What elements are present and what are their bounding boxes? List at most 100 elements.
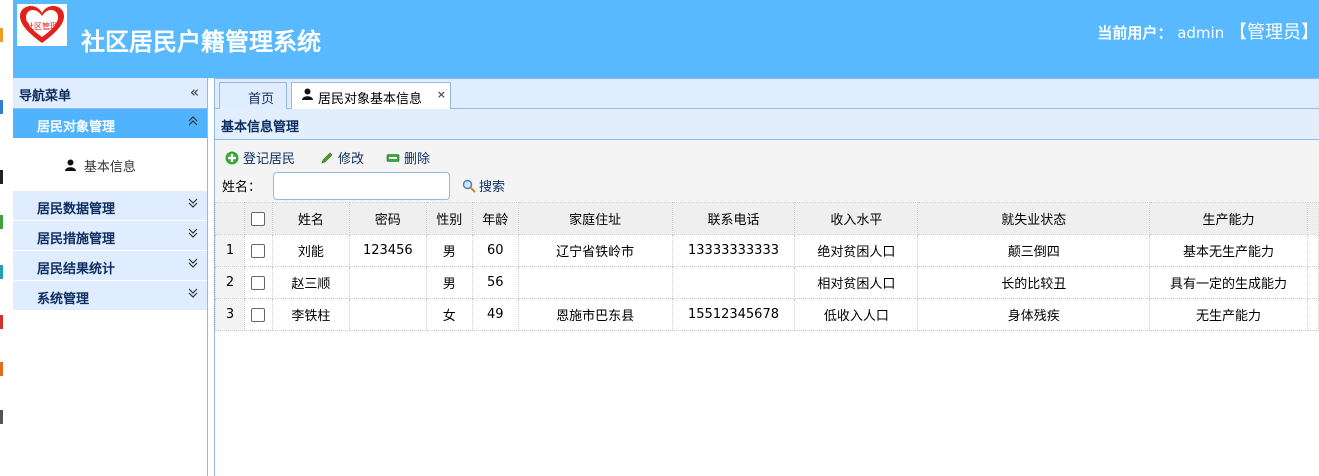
- resident-table: 姓名 密码 性别 年龄 家庭住址 联系电话 收入水平 就失业状态 生产能力 1 …: [215, 202, 1319, 331]
- person-icon: [302, 88, 313, 103]
- chevron-down-icon[interactable]: [187, 287, 199, 302]
- edge-mark: [0, 170, 3, 184]
- chevron-up-icon[interactable]: [187, 115, 199, 130]
- sidebar: 导航菜单 « 居民对象管理 基本信息 居民数据管理 居民措施管理 居民结果统计: [13, 78, 208, 476]
- column-header[interactable]: 就失业状态: [917, 202, 1151, 235]
- tab-bar: 首页 居民对象基本信息 ×: [214, 78, 1319, 111]
- row-select-cell[interactable]: [243, 266, 273, 299]
- cell-phone: 13333333333: [671, 234, 796, 267]
- search-name-label: 姓名：: [222, 180, 262, 195]
- edge-mark: [0, 410, 3, 424]
- sidebar-section-system[interactable]: 系统管理: [13, 281, 207, 311]
- chevron-down-icon[interactable]: [187, 227, 199, 242]
- chevron-down-icon[interactable]: [187, 257, 199, 272]
- cell-gender: 男: [425, 266, 473, 299]
- column-header[interactable]: 性别: [425, 202, 473, 235]
- row-checkbox[interactable]: [251, 243, 266, 258]
- column-header[interactable]: 家庭住址: [517, 202, 673, 235]
- add-icon: [225, 151, 239, 165]
- row-number: 3: [215, 298, 245, 331]
- sidebar-section-label: 居民措施管理: [37, 232, 116, 247]
- tab-home[interactable]: 首页: [219, 82, 287, 110]
- edit-button[interactable]: 修改: [320, 148, 364, 167]
- cell-age: 56: [471, 266, 519, 299]
- cell-name: 李铁柱: [271, 298, 350, 331]
- edge-mark: [0, 28, 3, 42]
- cell-password: 123456: [348, 234, 427, 267]
- delete-button[interactable]: 删除: [386, 148, 430, 167]
- collapse-sidebar-icon[interactable]: «: [190, 83, 199, 101]
- select-all-header[interactable]: [243, 202, 273, 235]
- row-number: 1: [215, 234, 245, 267]
- sidebar-section-label: 系统管理: [37, 292, 90, 307]
- edge-mark: [0, 100, 3, 114]
- table-header-row: 姓名 密码 性别 年龄 家庭住址 联系电话 收入水平 就失业状态 生产能力: [215, 202, 1319, 235]
- cell-capacity: 基本无生产能力: [1149, 234, 1308, 267]
- cell-address: [517, 266, 673, 299]
- search-button[interactable]: 搜索: [462, 176, 505, 195]
- current-user-info: 当前用户： admin 【管理员】: [1097, 18, 1319, 44]
- cell-capacity: 具有一定的生成能力: [1149, 266, 1308, 299]
- app-title: 社区居民户籍管理系统: [81, 28, 321, 56]
- column-header[interactable]: 收入水平: [794, 202, 919, 235]
- row-number-header: [215, 202, 245, 235]
- person-icon: [65, 159, 80, 174]
- row-number: 2: [215, 266, 245, 299]
- edge-mark: [0, 362, 3, 376]
- select-all-checkbox[interactable]: [251, 211, 266, 226]
- panel-title: 基本信息管理: [221, 120, 300, 135]
- search-button-label: 搜索: [479, 180, 506, 195]
- sidebar-section-resident-objects[interactable]: 居民对象管理: [13, 109, 207, 139]
- sidebar-section-resident-data[interactable]: 居民数据管理: [13, 191, 207, 221]
- cell-password: [348, 266, 427, 299]
- close-tab-icon[interactable]: ×: [437, 88, 446, 101]
- app-header: 社区管理 社区居民户籍管理系统 当前用户： admin 【管理员】: [13, 0, 1319, 78]
- column-header-filler: [1306, 202, 1319, 235]
- delete-label: 删除: [404, 152, 431, 167]
- tab-label: 居民对象基本信息: [318, 92, 423, 107]
- row-checkbox[interactable]: [251, 275, 266, 290]
- cell-gender: 男: [425, 234, 473, 267]
- sidebar-section-resident-stats[interactable]: 居民结果统计: [13, 251, 207, 281]
- logo-text: 社区管理: [26, 22, 58, 31]
- sidebar-header: 导航菜单 «: [13, 78, 207, 109]
- register-resident-button[interactable]: 登记居民: [225, 148, 295, 167]
- sidebar-section-resident-measures[interactable]: 居民措施管理: [13, 221, 207, 251]
- table-row[interactable]: 2 赵三顺 男 56 相对贫困人口 长的比较丑 具有一定的生成能力: [215, 266, 1319, 299]
- toolbar: 登记居民 修改 删除: [215, 140, 1319, 170]
- table-row[interactable]: 1 刘能 123456 男 60 辽宁省铁岭市 13333333333 绝对贫困…: [215, 234, 1319, 267]
- table-row[interactable]: 3 李铁柱 女 49 恩施市巴东县 15512345678 低收入人口 身体残疾…: [215, 298, 1319, 331]
- cell-filler: [1306, 266, 1319, 299]
- cell-filler: [1306, 298, 1319, 331]
- cell-income: 绝对贫困人口: [794, 234, 919, 267]
- sidebar-item-label: 基本信息: [83, 160, 136, 175]
- edge-mark: [0, 215, 3, 229]
- tab-label: 首页: [248, 92, 275, 107]
- sidebar-section-label: 居民结果统计: [37, 262, 116, 277]
- column-header[interactable]: 联系电话: [671, 202, 796, 235]
- sidebar-item-basic-info[interactable]: 基本信息: [65, 156, 136, 175]
- column-header[interactable]: 姓名: [271, 202, 350, 235]
- row-select-cell[interactable]: [243, 298, 273, 331]
- cell-name: 赵三顺: [271, 266, 350, 299]
- search-icon: [462, 179, 476, 193]
- cell-capacity: 无生产能力: [1149, 298, 1308, 331]
- row-select-cell[interactable]: [243, 234, 273, 267]
- chevron-down-icon[interactable]: [187, 197, 199, 212]
- column-header[interactable]: 密码: [348, 202, 427, 235]
- main-area: 首页 居民对象基本信息 × 基本信息管理 登记居民 修改 删除 姓名： 搜索 姓…: [214, 78, 1319, 476]
- cell-income: 相对贫困人口: [794, 266, 919, 299]
- cell-gender: 女: [425, 298, 473, 331]
- cell-employment: 颠三倒四: [917, 234, 1151, 267]
- row-checkbox[interactable]: [251, 307, 266, 322]
- column-header[interactable]: 生产能力: [1149, 202, 1308, 235]
- column-header[interactable]: 年龄: [471, 202, 519, 235]
- current-user-role: 【管理员】: [1229, 22, 1319, 43]
- sidebar-title: 导航菜单: [19, 89, 72, 104]
- search-row: 姓名： 搜索: [215, 170, 1319, 202]
- edge-mark: [0, 265, 3, 279]
- tab-resident-basic-info[interactable]: 居民对象基本信息 ×: [291, 82, 451, 111]
- sidebar-section-label: 居民数据管理: [37, 202, 116, 217]
- cell-employment: 身体残疾: [917, 298, 1151, 331]
- search-name-input[interactable]: [273, 172, 450, 200]
